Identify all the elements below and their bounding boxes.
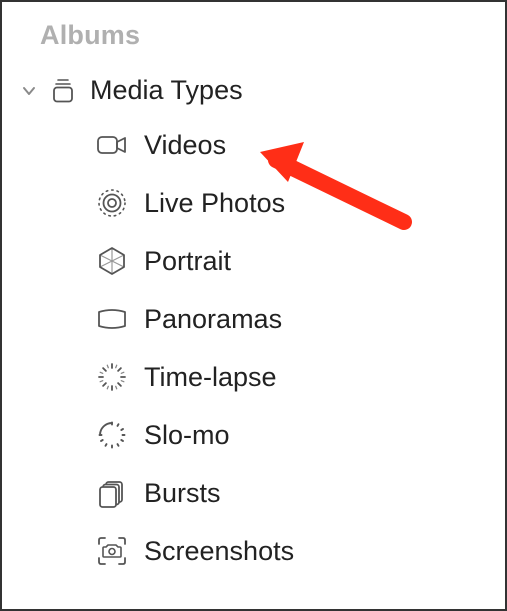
- portrait-icon: [94, 243, 130, 279]
- sidebar-item-time-lapse[interactable]: Time-lapse: [2, 348, 505, 406]
- item-label: Time-lapse: [144, 362, 277, 393]
- sidebar-item-screenshots[interactable]: Screenshots: [2, 522, 505, 580]
- item-label: Portrait: [144, 246, 231, 277]
- item-label: Panoramas: [144, 304, 282, 335]
- sidebar: Albums Media Types Videos: [0, 0, 507, 611]
- chevron-down-icon: [20, 82, 38, 100]
- sidebar-item-videos[interactable]: Videos: [2, 116, 505, 174]
- live-photos-icon: [94, 185, 130, 221]
- item-label: Live Photos: [144, 188, 285, 219]
- sidebar-item-live-photos[interactable]: Live Photos: [2, 174, 505, 232]
- sidebar-item-slo-mo[interactable]: Slo-mo: [2, 406, 505, 464]
- section-header-albums: Albums: [2, 20, 505, 69]
- sidebar-item-panoramas[interactable]: Panoramas: [2, 290, 505, 348]
- sidebar-group-media-types[interactable]: Media Types: [2, 69, 505, 116]
- item-label: Bursts: [144, 478, 221, 509]
- video-icon: [94, 127, 130, 163]
- time-lapse-icon: [94, 359, 130, 395]
- sidebar-item-bursts[interactable]: Bursts: [2, 464, 505, 522]
- screenshots-icon: [94, 533, 130, 569]
- group-label: Media Types: [90, 75, 243, 106]
- sidebar-item-portrait[interactable]: Portrait: [2, 232, 505, 290]
- slo-mo-icon: [94, 417, 130, 453]
- item-label: Slo-mo: [144, 420, 230, 451]
- panoramas-icon: [94, 301, 130, 337]
- stack-icon: [48, 76, 78, 106]
- bursts-icon: [94, 475, 130, 511]
- item-label: Videos: [144, 130, 226, 161]
- item-label: Screenshots: [144, 536, 294, 567]
